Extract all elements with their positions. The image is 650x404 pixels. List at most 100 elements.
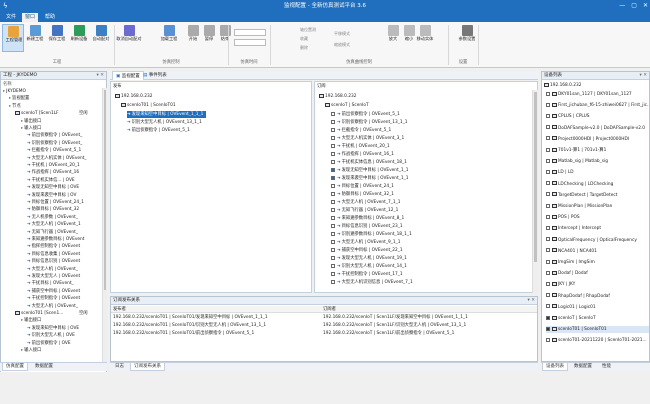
ribbon-button-6[interactable]: 加载工程 xyxy=(158,24,180,52)
project-tree-item[interactable]: ➔作战指挥 | OVEvent_16 xyxy=(27,169,101,176)
subscribe-checkbox[interactable] xyxy=(331,231,335,236)
device-list-item[interactable]: Matlab_sig | Matlab_sig xyxy=(546,158,649,165)
device-checkbox[interactable] xyxy=(546,214,550,219)
project-tree-item[interactable]: ▸输出接口 xyxy=(21,118,101,125)
device-checkbox[interactable] xyxy=(546,91,550,96)
project-tree-item[interactable]: ➔拦截指令 | OVEvent_5_1 xyxy=(27,147,101,154)
device-checkbox[interactable] xyxy=(546,293,550,298)
subscribe-event-item[interactable]: ➔发现来袭空中目标 | OVEvent_1_1 xyxy=(331,175,408,182)
device-checkbox[interactable] xyxy=(546,248,550,253)
subscribe-event-item[interactable]: ➔无知飞行器 | OVEvent_12_1 xyxy=(331,207,398,214)
subscribe-checkbox[interactable] xyxy=(331,247,335,252)
project-tree-item[interactable]: ▸监视配置 xyxy=(9,95,101,102)
device-checkbox[interactable] xyxy=(546,304,550,309)
project-tree-item[interactable]: ➔大型无人机 | OVEvent_ xyxy=(27,303,101,310)
ribbon-small-pan[interactable]: 平移模式 xyxy=(334,31,350,37)
device-list-item[interactable]: POS | POS xyxy=(546,214,649,221)
publish-device-node[interactable]: scenIoT01 | ScenIoT01 xyxy=(121,102,176,109)
subscribe-checkbox[interactable] xyxy=(331,271,335,276)
device-checkbox[interactable] xyxy=(546,259,550,264)
subscribe-checkbox[interactable] xyxy=(331,215,335,220)
project-tree-item[interactable]: ➔捕获空中目标 | OVEvent xyxy=(27,288,101,295)
subscribe-checkbox[interactable] xyxy=(331,183,335,188)
time-input-2[interactable] xyxy=(234,39,266,46)
ribbon-button-5[interactable]: 取消自动配对 xyxy=(116,24,142,52)
relation-subscriber-cell[interactable]: 192.168.0.232/scenIoT | Scen1LF/前出侦察指令 |… xyxy=(323,330,535,337)
device-checkbox[interactable] xyxy=(546,102,550,107)
device-list-item[interactable]: scenIoT01-20211220 | ScenIoT01-2021... xyxy=(546,337,649,344)
device-list-item[interactable]: First_jichuban_f6-15-zhiwei0627 | First_… xyxy=(546,102,649,109)
tab-monitor-config[interactable]: ▣ 监视配置 xyxy=(112,71,144,80)
subscribe-checkbox[interactable] xyxy=(331,191,335,196)
menu-window[interactable]: 窗口 xyxy=(22,13,39,22)
publish-event-item[interactable]: ➔发现来知空中目标 | OVEvent_1_1_1 xyxy=(127,111,207,118)
maximize-button[interactable]: ▢ xyxy=(631,1,637,11)
device-checkbox[interactable] xyxy=(546,136,550,141)
project-tree-item[interactable]: scenIoT [Scen1LF xyxy=(15,110,101,117)
subscribe-event-item[interactable]: ➔干扰机实体信息 | OVEvent_18_1 xyxy=(331,159,407,166)
subscribe-event-item[interactable]: ➔大型无人机实体 | OVEvent_3_1 xyxy=(331,135,404,142)
project-tree-item[interactable]: ➔干扰目标 | OVEvent_ xyxy=(27,280,101,287)
ribbon-small-delete[interactable]: 删除 xyxy=(300,45,308,51)
project-tree-item[interactable]: ➔目标信息收集 | OVEvent xyxy=(27,251,101,258)
subscribe-checkbox[interactable] xyxy=(331,143,335,148)
tab-performance[interactable]: 性能 xyxy=(599,363,614,371)
subscribe-event-item[interactable]: ➔前出侦察指令 | OVEvent_5_1 xyxy=(331,111,400,118)
device-checkbox[interactable] xyxy=(546,147,550,152)
relation-subscriber-cell[interactable]: 192.168.0.232/scenIoT | Scen1LF/发现来知空中目标… xyxy=(323,314,535,321)
project-tree-item[interactable]: ▸输入接口 xyxy=(21,125,101,132)
subscribe-event-item[interactable]: ➔目标位置 | OVEvent_24_1 xyxy=(331,183,394,190)
subscribe-checkbox[interactable] xyxy=(331,159,335,164)
device-list-item[interactable]: RhapDodaf | RhapDodaf xyxy=(546,293,649,300)
project-tree-item[interactable]: ➔来知遍参数目标 | OVEvent xyxy=(27,236,101,243)
device-checkbox[interactable] xyxy=(546,125,550,130)
relation-publisher-cell[interactable]: 192.168.0.232/scenIoT01 | ScenIoT01/前出侦察… xyxy=(113,330,319,337)
subscribe-checkbox[interactable] xyxy=(331,167,335,172)
project-tree-item[interactable]: ▸输入接口 xyxy=(21,347,101,354)
project-tree-item[interactable]: ➔目标信息识别 | OVEvent xyxy=(27,258,101,265)
panel-pin-icon[interactable]: ▾ ✕ xyxy=(97,72,104,80)
device-list-item[interactable]: scenIoT01 | ScenIoT01 xyxy=(546,326,649,334)
project-tree-item[interactable]: ➔干扰控制指令 | OVEvent xyxy=(27,295,101,302)
ribbon-small-favorite[interactable]: 收藏 xyxy=(300,36,308,42)
project-tree-item[interactable]: ➔干扰机 | OVEvent_20_1 xyxy=(27,162,101,169)
time-input-1[interactable] xyxy=(234,29,266,36)
subscribe-scrollbar[interactable] xyxy=(532,90,538,293)
project-tree-item[interactable]: ➔发现来知空中目标 | OVE xyxy=(27,325,101,332)
subscribe-checkbox[interactable] xyxy=(331,135,335,140)
subscribe-checkbox[interactable] xyxy=(331,239,335,244)
relation-subscriber-cell[interactable]: 192.168.0.232/scenIoT | Scen1LF/识别大型无人机 … xyxy=(323,322,535,329)
project-tree-item[interactable]: ▸输出接口 xyxy=(21,317,101,324)
device-list-item[interactable]: DoDAFSample-v2.0 | DoDAFSample-v2.0 xyxy=(546,125,649,132)
subscribe-event-item[interactable]: ➔防御目标 | OVEvent_32_1 xyxy=(331,191,394,198)
ribbon-button-13[interactable]: 移动实体 xyxy=(414,24,436,52)
subscribe-checkbox[interactable] xyxy=(331,279,335,284)
subscribe-event-item[interactable]: ➔大型无人机识别信息 | OVEvent_7_1 xyxy=(331,279,413,286)
device-checkbox[interactable] xyxy=(546,326,550,331)
subscribe-event-item[interactable]: ➔大型无人机 | OVEvent_9_1_1 xyxy=(331,239,400,246)
close-button[interactable]: ✕ xyxy=(643,1,648,11)
project-scrollbar[interactable] xyxy=(102,88,107,366)
tab-relation[interactable]: 订阅发布关系 xyxy=(130,363,165,371)
device-checkbox[interactable] xyxy=(546,113,550,118)
subscribe-event-item[interactable]: ➔干扰控制指令 | OVEvent_17_1 xyxy=(331,271,403,278)
device-checkbox[interactable] xyxy=(546,281,550,286)
publish-event-item[interactable]: ➔识别大型无人机 | OVEvent_13_1_1 xyxy=(127,119,205,126)
tab-device-data-config[interactable]: 数据配置 xyxy=(571,363,595,371)
subscribe-event-item[interactable]: ➔来知遍参数目标 | OVEvent_8_1 xyxy=(331,215,404,222)
subscribe-checkbox[interactable] xyxy=(331,119,335,124)
project-tree-item[interactable]: ➔前出侦察指令 | OVE xyxy=(27,340,101,347)
project-tree-item[interactable]: ➔指挥控制指令 | OVEvent xyxy=(27,243,101,250)
project-tree-item[interactable]: ➔大型无人机 | OVEvent_1 xyxy=(27,221,101,228)
device-checkbox[interactable] xyxy=(546,225,550,230)
device-list-item[interactable]: JKY | JKY xyxy=(546,281,649,288)
subscribe-host-node[interactable]: 192.168.0.232 xyxy=(319,93,356,100)
ribbon-small-axis[interactable]: 轴位置测 xyxy=(300,27,316,33)
ribbon-small-zoom[interactable]: 缩放模式 xyxy=(334,42,350,48)
menu-help[interactable]: 帮助 xyxy=(42,13,58,22)
subscribe-event-item[interactable]: ➔大型无人机 | OVEvent_7_1_1 xyxy=(331,199,400,206)
device-checkbox[interactable] xyxy=(546,315,550,320)
device-list-item[interactable]: Intercept | Intercept xyxy=(546,225,649,232)
subscribe-device-node[interactable]: scenIoT | ScenIoT xyxy=(325,102,369,109)
device-checkbox[interactable] xyxy=(546,192,550,197)
